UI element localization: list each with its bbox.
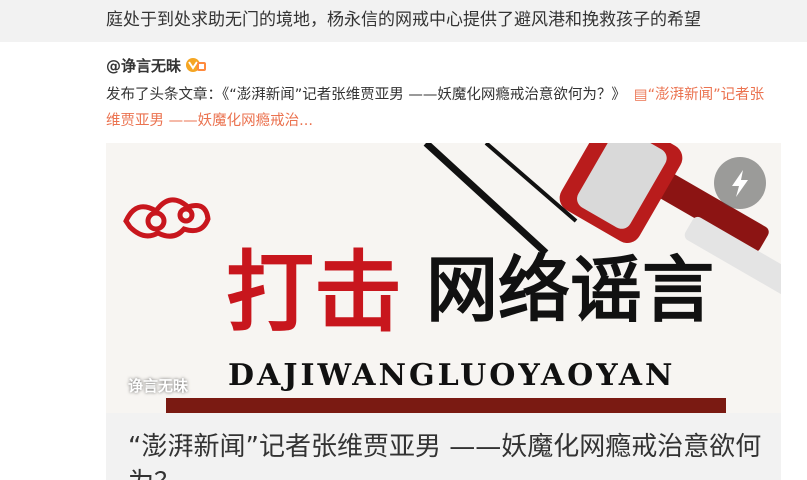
article-card[interactable]: 打击 网络谣言 DAJIWANGLUOYAOYAN 诤言无昧 “澎湃新闻”记者张… (106, 143, 781, 480)
cover-headline-black: 网络谣言 (426, 248, 714, 332)
author-name[interactable]: @诤言无昧 (106, 55, 181, 76)
author-row: @诤言无昧 (106, 54, 207, 76)
article-icon: ▤ (633, 87, 648, 103)
quoted-text: 庭处于到处求助无门的境地，杨永信的网戒中心提供了避风港和挽救孩子的希望 (106, 10, 701, 30)
cover-headline-red: 打击 (226, 241, 402, 344)
post-text-prefix: 发布了头条文章：《“澎湃新闻”记者张维贾亚男 ——妖魔化网瘾戒治意欲何为？》 (106, 87, 626, 103)
post-text: 发布了头条文章：《“澎湃新闻”记者张维贾亚男 ——妖魔化网瘾戒治意欲何为？》 ▤“… (106, 82, 776, 134)
cover-watermark: 诤言无昧 (128, 377, 189, 395)
cover-pinyin: DAJIWANGLUOYAOYAN (228, 358, 675, 393)
lightning-icon[interactable] (714, 157, 766, 209)
article-title[interactable]: “澎湃新闻”记者张维贾亚男 ——妖魔化网瘾戒治意欲何为？ (128, 429, 768, 480)
quoted-text-band: 庭处于到处求助无门的境地，杨永信的网戒中心提供了避风港和挽救孩子的希望 (0, 0, 807, 42)
cover-illustration: 打击 网络谣言 DAJIWANGLUOYAOYAN (106, 143, 781, 413)
article-cover-image[interactable]: 打击 网络谣言 DAJIWANGLUOYAOYAN 诤言无昧 (106, 143, 781, 413)
vip-icon[interactable] (185, 56, 207, 74)
